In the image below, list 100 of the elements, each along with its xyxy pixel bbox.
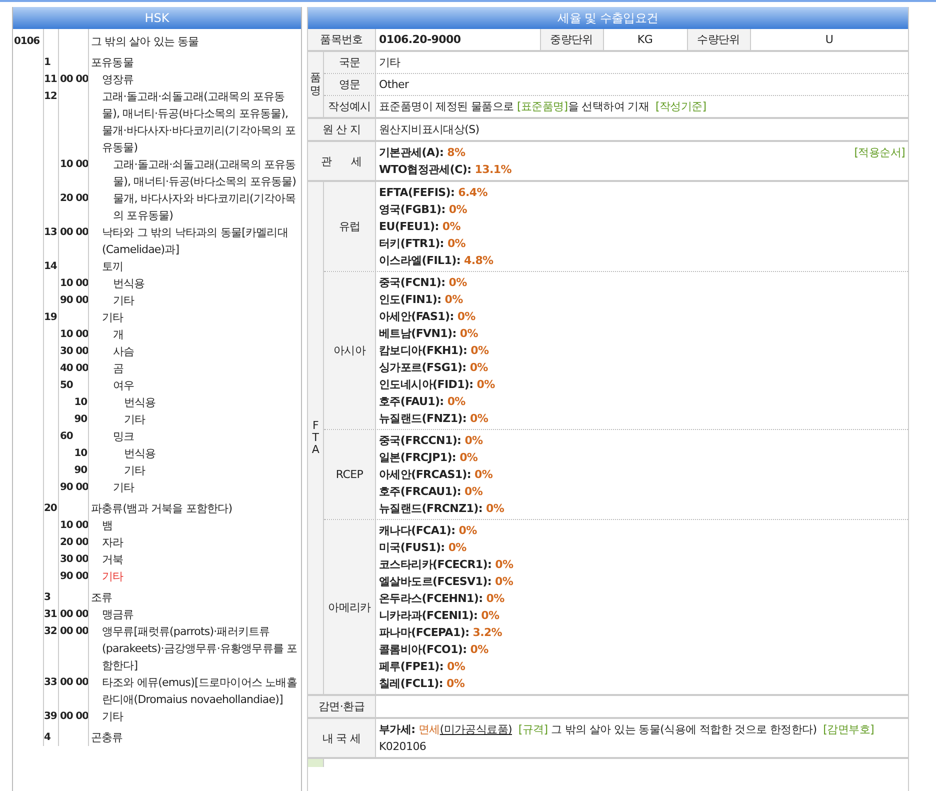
tree-item-label[interactable]: 번식용 bbox=[124, 445, 299, 462]
hs-code: 90 bbox=[74, 414, 87, 425]
tree-item-label[interactable]: 기타 bbox=[102, 708, 299, 725]
hs-code: 10 00 bbox=[60, 159, 88, 170]
hs-code: 20 bbox=[44, 503, 57, 514]
field-label: 국문 bbox=[324, 52, 376, 73]
hs-code: 20 00 bbox=[60, 193, 88, 204]
region-label: RCEP bbox=[324, 430, 376, 519]
hs-code: 30 00 bbox=[60, 554, 88, 565]
tariff-rate: 코스타리카(FCECR1): 0% bbox=[379, 557, 514, 573]
hs-code: 90 bbox=[74, 465, 87, 476]
tree-item-label[interactable]: 물개, 바다사자와 바다코끼리(기각아목의 포유동물) bbox=[113, 190, 299, 224]
hs-code: 30 00 bbox=[60, 346, 88, 357]
tariff-rate: 중국(FRCCN1): 0% bbox=[379, 433, 484, 449]
hs-code: 4 bbox=[44, 732, 50, 743]
hs-code: 32 bbox=[44, 626, 57, 637]
tree-item-label[interactable]: 기타 bbox=[113, 479, 299, 496]
hs-code: 33 bbox=[44, 677, 57, 688]
hs-code: 31 bbox=[44, 609, 57, 620]
group-label: 품명 bbox=[310, 72, 321, 97]
tree-item-label[interactable]: 번식용 bbox=[113, 275, 299, 292]
tree-item-label[interactable]: 타조와 에뮤(emus)[드로마이어스 노배홀란디애(Dromaius novaehollandiae)] bbox=[102, 674, 299, 708]
region-label: 유럽 bbox=[324, 182, 376, 271]
tariff-rate: EFTA(FEFIS): 6.4% bbox=[379, 185, 488, 201]
field-label: 원 산 지 bbox=[308, 119, 376, 140]
tariff-rate: 뉴질랜드(FNZ1): 0% bbox=[379, 411, 490, 427]
tree-item-label[interactable]: 기타 bbox=[124, 411, 299, 428]
tree-item-label[interactable]: 거북 bbox=[102, 551, 299, 568]
field-label: 관 세 bbox=[308, 142, 376, 180]
tree-item-label[interactable]: 낙타와 그 밖의 낙타과의 동물[카멜리대(Camelidae)과] bbox=[102, 224, 299, 258]
tariff-rate: 콜롬비아(FCO1): 0% bbox=[379, 642, 490, 658]
tariff-rate: 베트남(FVN1): 0% bbox=[379, 326, 479, 342]
tree-item-label[interactable]: 맹금류 bbox=[102, 606, 299, 623]
field-label: 내 국 세 bbox=[308, 719, 376, 757]
tree-item-label[interactable]: 파충류(뱀과 거북을 포함한다) bbox=[91, 500, 299, 517]
tree-item-label[interactable]: 밍크 bbox=[113, 428, 299, 445]
field-label: 영문 bbox=[324, 74, 376, 95]
tree-item-label[interactable]: 번식용 bbox=[124, 394, 299, 411]
tree-item-label[interactable]: 앵무류[패럿류(parrots)·패러키트류(parakeets)·금강앵무류·유황앵무류를 포함한다] bbox=[102, 623, 299, 674]
vat-link[interactable]: (미가공식료품) bbox=[440, 723, 512, 736]
tree-item-label[interactable]: 개 bbox=[113, 326, 299, 343]
field-label: 수량단위 bbox=[686, 29, 750, 50]
hs-code: 12 bbox=[44, 91, 57, 102]
tariff-rate: 페루(FPE1): 0% bbox=[379, 659, 466, 675]
hs-code: 0106 bbox=[14, 36, 40, 47]
hs-code: 00 00 bbox=[60, 609, 88, 620]
tree-item-label[interactable]: 곰 bbox=[113, 360, 299, 377]
hs-code: 3 bbox=[44, 592, 50, 603]
hs-code: 50 bbox=[60, 380, 73, 391]
tree-item-label[interactable]: 그 밖의 살아 있는 동물 bbox=[91, 33, 299, 50]
tree-item-label[interactable]: 기타 bbox=[102, 568, 299, 585]
tree-item-label[interactable]: 곤충류 bbox=[91, 729, 299, 746]
tree-item-label[interactable]: 고래·돌고래·쇠돌고래(고래목의 포유동물), 매너티·듀공(바다소목의 포유동물) bbox=[113, 156, 299, 190]
tree-item-label[interactable]: 여우 bbox=[113, 377, 299, 394]
field-label: 감면·환급 bbox=[308, 696, 376, 717]
region-label: 아시아 bbox=[324, 272, 376, 429]
tree-item-label[interactable]: 사슴 bbox=[113, 343, 299, 360]
field-value: Other bbox=[379, 78, 409, 91]
tariff-rate: 영국(FGB1): 0% bbox=[379, 202, 468, 218]
hs-code: 13 bbox=[44, 227, 57, 238]
tariff-rate: 칠레(FCL1): 0% bbox=[379, 676, 466, 692]
example-text: 표준품명이 제정된 물품으로 [표준품명]을 선택하여 기재 [작성기준] bbox=[379, 100, 706, 113]
panel-header: 세율 및 수출입요건 bbox=[308, 7, 908, 29]
tariff-rate: 호주(FRCAU1): 0% bbox=[379, 484, 484, 500]
tariff-rate: 이스라엘(FIL1): 4.8% bbox=[379, 253, 494, 269]
tariff-rate: WTO협정관세(C): 13.1% bbox=[379, 162, 512, 178]
tariff-rate: 캐나다(FCA1): 0% bbox=[379, 523, 478, 539]
tree-item-label[interactable]: 토끼 bbox=[102, 258, 299, 275]
hs-code: 39 bbox=[44, 711, 57, 722]
hs-code: 10 bbox=[74, 397, 87, 408]
tariff-rate: 인도네시아(FID1): 0% bbox=[379, 377, 496, 393]
tree-item-label[interactable]: 포유동물 bbox=[91, 54, 299, 71]
hs-code: 00 00 bbox=[60, 74, 88, 85]
region-label: 아메리카 bbox=[324, 520, 376, 694]
tree-item-label[interactable]: 조류 bbox=[91, 589, 299, 606]
internal-tax-text: 부가세: 면세(미가공식료품) [규격] 그 밖의 살아 있는 동물(식용에 적합한 것으로 한정한다) [감면부호] K020106 bbox=[379, 723, 874, 753]
tree-item-label[interactable]: 고래·돌고래·쇠돌고래(고래목의 포유동물), 매너티·듀공(바다소목의 포유동물), 물개·바다사자·바다코끼리(기각아목의 포유동물) bbox=[102, 88, 299, 156]
tariff-rate: 호주(FAU1): 0% bbox=[379, 394, 466, 410]
tree-item-label[interactable]: 기타 bbox=[124, 462, 299, 479]
tariff-rate: 인도(FIN1): 0% bbox=[379, 292, 464, 308]
hs-code: 19 bbox=[44, 312, 57, 323]
tariff-rate: 뉴질랜드(FRCNZ1): 0% bbox=[379, 501, 506, 517]
field-label: 중량단위 bbox=[540, 29, 604, 50]
hs-code: 90 00 bbox=[60, 482, 88, 493]
hs-code: 00 00 bbox=[60, 227, 88, 238]
tariff-rate: 캄보디아(FKH1): 0% bbox=[379, 343, 490, 359]
tree-item-label[interactable]: 기타 bbox=[113, 292, 299, 309]
group-label: FTA bbox=[310, 420, 320, 456]
tree-item-label[interactable]: 기타 bbox=[102, 309, 299, 326]
tree-item-label[interactable]: 영장류 bbox=[102, 71, 299, 88]
item-number: 0106.20-9000 bbox=[379, 33, 461, 46]
hs-code: 14 bbox=[44, 261, 57, 272]
hs-code: 00 00 bbox=[60, 626, 88, 637]
tariff-rate: 니카라과(FCENI1): 0% bbox=[379, 608, 500, 624]
panel-header: HSK bbox=[13, 7, 301, 29]
tariff-rate: 싱가포르(FSG1): 0% bbox=[379, 360, 489, 376]
hs-code: 20 00 bbox=[60, 537, 88, 548]
hs-code: 10 00 bbox=[60, 278, 88, 289]
tree-item-label[interactable]: 뱀 bbox=[102, 517, 299, 534]
tree-item-label[interactable]: 자라 bbox=[102, 534, 299, 551]
